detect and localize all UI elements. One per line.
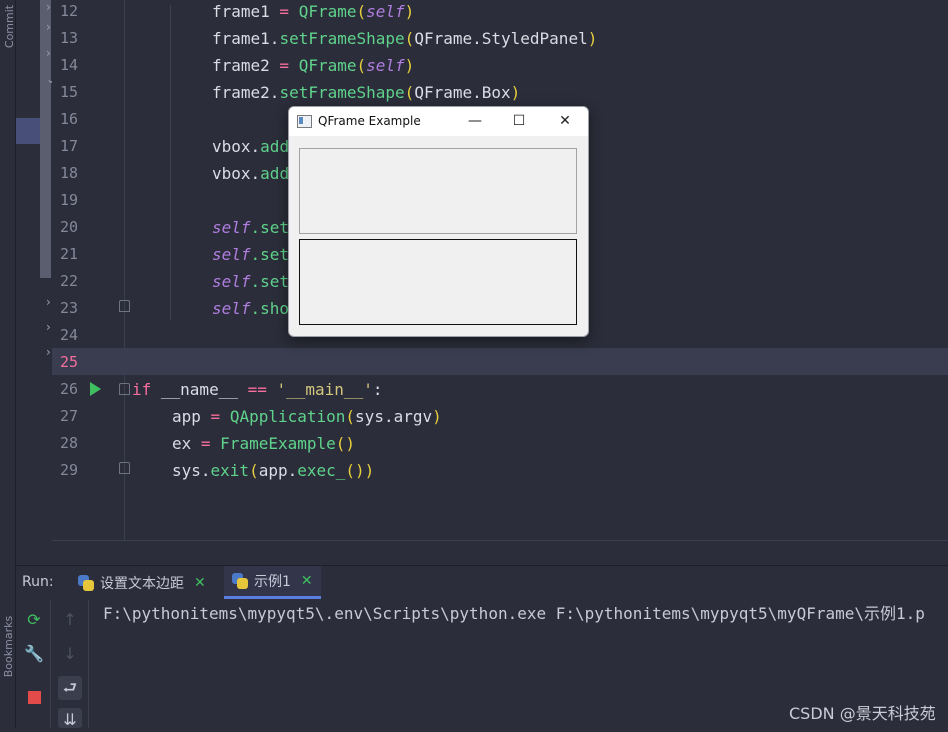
- wrench-icon[interactable]: 🔧: [22, 642, 46, 666]
- code-line-17: vbox.add: [212, 137, 290, 156]
- line-number: 23: [59, 299, 78, 317]
- line-number: 19: [59, 191, 78, 209]
- soft-wrap-icon[interactable]: ⮐: [58, 676, 82, 700]
- styled-panel-frame: [299, 148, 577, 234]
- run-label: Run:: [22, 574, 54, 590]
- commit-tool-label[interactable]: Commit: [3, 5, 16, 48]
- expand-chevron-icon[interactable]: ›: [46, 46, 51, 60]
- line-number: 24: [59, 326, 78, 344]
- expand-chevron-icon[interactable]: ›: [46, 0, 51, 14]
- code-line-20: self.set: [212, 218, 290, 237]
- box-frame: [299, 239, 577, 325]
- code-line-28: ex = FrameExample(): [172, 434, 356, 453]
- line-number: 12: [59, 2, 78, 20]
- arrow-up-icon[interactable]: ↑: [58, 608, 82, 632]
- line-number: 18: [59, 164, 78, 182]
- scroll-to-end-icon[interactable]: ⇊: [58, 708, 82, 729]
- code-line-21: self.set: [212, 245, 290, 264]
- run-tab-label: 设置文本边距: [100, 575, 184, 592]
- expand-chevron-icon[interactable]: ›: [46, 345, 51, 359]
- gutter-separator: [124, 0, 125, 540]
- line-number-current: 25: [59, 353, 78, 371]
- fold-marker-icon[interactable]: [119, 462, 130, 474]
- close-tab-icon[interactable]: ✕: [194, 575, 206, 591]
- line-number: 28: [59, 434, 78, 452]
- stop-icon[interactable]: [22, 685, 46, 709]
- line-number: 14: [59, 56, 78, 74]
- expand-chevron-icon[interactable]: ›: [46, 20, 51, 34]
- code-line-14: frame2 = QFrame(self): [212, 56, 415, 75]
- line-number: 26: [59, 380, 78, 398]
- rerun-icon[interactable]: ⟳: [22, 608, 46, 632]
- fold-marker-icon[interactable]: [119, 300, 130, 312]
- code-line-29: sys.exit(app.exec_()): [172, 461, 375, 480]
- run-tab-1[interactable]: 设置文本边距 ✕: [70, 566, 214, 599]
- indent-guide: [170, 5, 171, 320]
- close-tab-icon[interactable]: ✕: [301, 573, 313, 589]
- window-title: QFrame Example: [318, 114, 421, 128]
- line-number: 20: [59, 218, 78, 236]
- arrow-down-icon[interactable]: ↓: [58, 642, 82, 666]
- line-number: 29: [59, 461, 78, 479]
- fold-marker-icon[interactable]: [119, 383, 130, 395]
- maximize-button[interactable]: ☐: [509, 112, 529, 130]
- close-button[interactable]: ✕: [555, 112, 575, 130]
- run-tab-2[interactable]: 示例1 ✕: [224, 566, 321, 599]
- line-number: 27: [59, 407, 78, 425]
- bookmarks-tool-label[interactable]: Bookmarks: [2, 616, 15, 677]
- run-tab-label: 示例1: [254, 574, 291, 590]
- expand-chevron-icon[interactable]: ›: [46, 320, 51, 334]
- run-gutter-icon[interactable]: [90, 382, 101, 396]
- line-number: 15: [59, 83, 78, 101]
- editor-horizontal-scroll-area: [52, 540, 948, 565]
- line-number: 21: [59, 245, 78, 263]
- structure-scrollbar[interactable]: [40, 0, 51, 278]
- code-line-12: frame1 = QFrame(self): [212, 2, 415, 21]
- console-output-line: F:\pythonitems\mypyqt5\.env\Scripts\pyth…: [103, 604, 925, 623]
- code-line-18: vbox.add: [212, 164, 290, 183]
- code-line-23: self.sho: [212, 299, 290, 318]
- window-app-icon: [297, 115, 312, 128]
- python-icon: [232, 573, 248, 589]
- python-icon: [78, 574, 94, 591]
- expand-chevron-icon[interactable]: ›: [46, 295, 51, 309]
- line-number: 17: [59, 137, 78, 155]
- code-line-26: if __name__ == '__main__':: [132, 380, 383, 399]
- code-line-15: frame2.setFrameShape(QFrame.Box): [212, 83, 521, 102]
- current-line-highlight: [52, 348, 948, 375]
- code-line-27: app = QApplication(sys.argv): [172, 407, 442, 426]
- code-line-13: frame1.setFrameShape(QFrame.StyledPanel): [212, 29, 598, 48]
- line-number: 22: [59, 272, 78, 290]
- window-title-bar[interactable]: QFrame Example — ☐ ✕: [289, 107, 588, 136]
- watermark-text: CSDN @景天科技苑: [789, 704, 936, 723]
- code-line-22: self.set: [212, 272, 290, 291]
- line-number: 16: [59, 110, 78, 128]
- minimize-button[interactable]: —: [465, 112, 485, 130]
- qframe-example-window[interactable]: QFrame Example — ☐ ✕: [288, 106, 589, 337]
- line-number: 13: [59, 29, 78, 47]
